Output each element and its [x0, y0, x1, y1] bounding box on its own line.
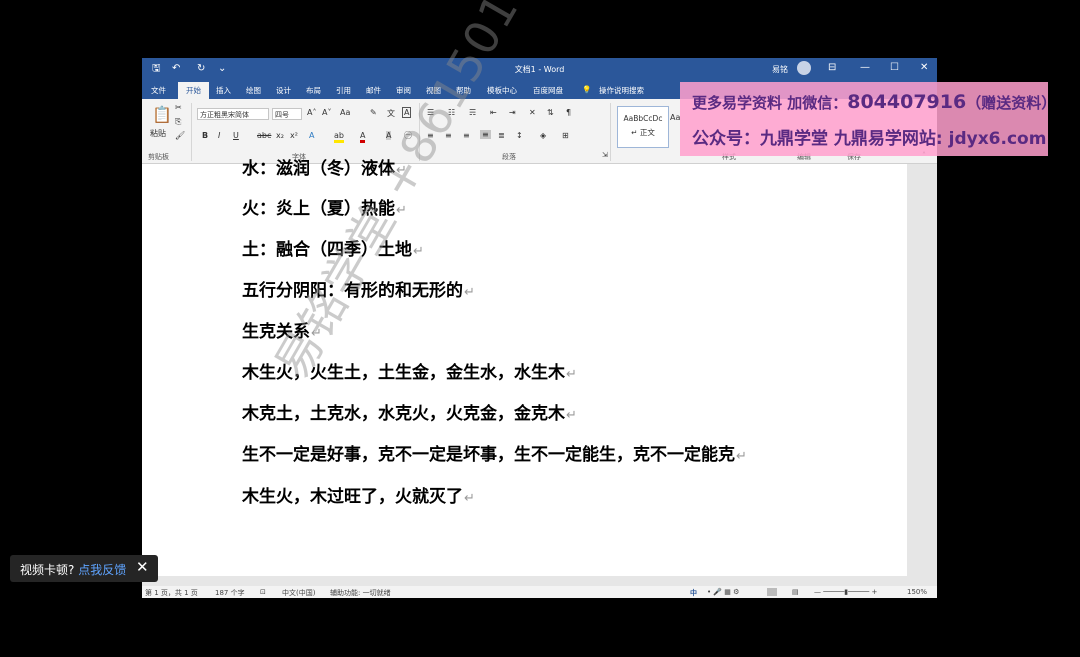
- document-line[interactable]: 木克土，土克水，水克火，火克金，金克木↵: [242, 399, 577, 424]
- highlight-icon[interactable]: ab: [334, 131, 344, 143]
- tab-design[interactable]: 设计: [276, 85, 291, 96]
- format-painter-icon[interactable]: 🖌: [175, 131, 185, 140]
- tab-references[interactable]: 引用: [336, 85, 351, 96]
- copy-icon[interactable]: ⎘: [175, 117, 181, 127]
- word-count[interactable]: 187 个字: [215, 588, 245, 598]
- strikethrough-button[interactable]: abc: [257, 131, 271, 140]
- close-icon[interactable]: ✕: [136, 558, 149, 576]
- document-line[interactable]: 生不一定是好事，克不一定是坏事，生不一定能生，克不一定能克↵: [242, 440, 747, 465]
- tab-baidu-netdisk[interactable]: 百度网盘: [533, 85, 563, 96]
- justify-icon[interactable]: ≡: [480, 130, 491, 139]
- ribbon-divider: [610, 103, 611, 161]
- lightbulb-icon[interactable]: 💡: [582, 85, 591, 94]
- avatar[interactable]: [797, 61, 811, 75]
- promo-banner: 更多易学资料 加微信：804407916（赠送资料） 公众号：九鼎学堂 九鼎易学…: [680, 82, 1056, 156]
- zoom-slider[interactable]: — ─────▮───── +: [814, 588, 877, 596]
- tab-draw[interactable]: 绘图: [246, 85, 261, 96]
- shading-icon[interactable]: ◈: [540, 131, 546, 140]
- feedback-link[interactable]: 点我反馈: [78, 563, 126, 577]
- language[interactable]: 中文(中国): [282, 588, 315, 598]
- document-line[interactable]: 木生火，木过旺了，火就灭了↵: [242, 482, 475, 507]
- proofing-icon[interactable]: ⊡: [260, 588, 266, 596]
- grow-font-icon[interactable]: A˄: [307, 108, 316, 117]
- superscript-button[interactable]: x²: [290, 131, 298, 140]
- change-case-icon[interactable]: Aa: [340, 108, 350, 117]
- window-title: 文档1 - Word: [514, 65, 565, 74]
- font-name-combo[interactable]: 方正粗黑宋简体: [197, 108, 269, 120]
- accessibility-status[interactable]: 辅助功能: 一切就绪: [330, 588, 391, 598]
- italic-button[interactable]: I: [218, 131, 220, 140]
- text-effects-icon[interactable]: A: [309, 131, 314, 140]
- close-button[interactable]: ✕: [920, 62, 928, 73]
- user-name[interactable]: 易铭: [772, 64, 788, 75]
- ribbon-divider: [191, 103, 192, 161]
- paste-icon[interactable]: 📋: [152, 105, 172, 124]
- increase-indent-icon[interactable]: ⇥: [509, 108, 516, 117]
- group-paragraph-label: 段落: [502, 153, 516, 161]
- ime-indicator[interactable]: 中: [690, 588, 697, 598]
- tab-file[interactable]: 文件: [151, 85, 166, 96]
- align-right-icon[interactable]: ≡: [463, 131, 470, 140]
- paragraph-launcher-icon[interactable]: ⇲: [602, 151, 608, 159]
- chinese-layout-icon[interactable]: ✕: [529, 108, 536, 117]
- style-preview: AaBbCcDc: [623, 114, 663, 123]
- tab-layout[interactable]: 布局: [306, 85, 321, 96]
- style-name: ↵ 正文: [631, 128, 655, 137]
- page-count[interactable]: 第 1 页，共 1 页: [145, 588, 198, 598]
- status-bar: 第 1 页，共 1 页 187 个字 ⊡ 中文(中国) 辅助功能: 一切就绪 中…: [142, 586, 937, 598]
- font-color-icon[interactable]: A: [360, 131, 366, 143]
- maximize-button[interactable]: ☐: [890, 62, 899, 73]
- decrease-indent-icon[interactable]: ⇤: [490, 108, 497, 117]
- zoom-level[interactable]: 150%: [907, 588, 927, 596]
- distributed-icon[interactable]: ≣: [498, 131, 505, 140]
- subscript-button[interactable]: x₂: [276, 131, 284, 140]
- tab-home[interactable]: 开始: [178, 82, 209, 99]
- banner-line-2: 公众号：九鼎学堂 九鼎易学网站: jdyx6.com: [692, 129, 1047, 149]
- tab-template-center[interactable]: 模板中心: [487, 85, 517, 96]
- borders-icon[interactable]: ⊞: [562, 131, 569, 140]
- read-mode-icon[interactable]: [767, 588, 777, 596]
- minimize-button[interactable]: —: [860, 62, 870, 73]
- document-page[interactable]: 水：滋润（冬）液体↵ 火：炎上（夏）热能↵ 土：融合（四季）土地↵ 五行分阴阳：…: [142, 159, 907, 576]
- ime-tools-icon[interactable]: • 🎤 ▦ ⚙: [707, 588, 739, 596]
- clear-format-icon[interactable]: ✎: [370, 108, 377, 117]
- toast-message: 视频卡顿? 点我反馈: [20, 563, 127, 577]
- tab-insert[interactable]: 插入: [216, 85, 231, 96]
- group-clipboard-label: 剪贴板: [148, 153, 169, 161]
- underline-button[interactable]: U: [233, 131, 239, 140]
- sort-icon[interactable]: ⇅: [547, 108, 554, 117]
- cut-icon[interactable]: ✂: [175, 103, 182, 112]
- shrink-font-icon[interactable]: A˅: [322, 108, 331, 117]
- show-marks-icon[interactable]: ¶: [566, 108, 571, 117]
- bold-button[interactable]: B: [202, 131, 208, 140]
- tell-me-search[interactable]: 操作说明搜索: [599, 85, 644, 96]
- style-normal[interactable]: AaBbCcDc ↵ 正文: [617, 106, 669, 148]
- tab-mailings[interactable]: 邮件: [366, 85, 381, 96]
- vertical-scrollbar[interactable]: [910, 164, 937, 576]
- banner-line-1: 更多易学资料 加微信：804407916（赠送资料）: [692, 91, 1057, 113]
- feedback-toast: 视频卡顿? 点我反馈 ✕: [10, 555, 158, 582]
- paste-label[interactable]: 粘贴: [150, 128, 166, 139]
- style-no-spacing[interactable]: Aa: [670, 113, 680, 122]
- ribbon-display-icon[interactable]: ⊟: [828, 62, 836, 73]
- line-spacing-icon[interactable]: ↕: [516, 131, 523, 140]
- title-bar: 🖫 ↶ ↻ ⌄ 文档1 - Word 易铭 ⊟ — ☐ ✕: [142, 58, 937, 80]
- web-layout-icon[interactable]: ▤: [792, 588, 799, 596]
- font-size-combo[interactable]: 四号: [272, 108, 302, 120]
